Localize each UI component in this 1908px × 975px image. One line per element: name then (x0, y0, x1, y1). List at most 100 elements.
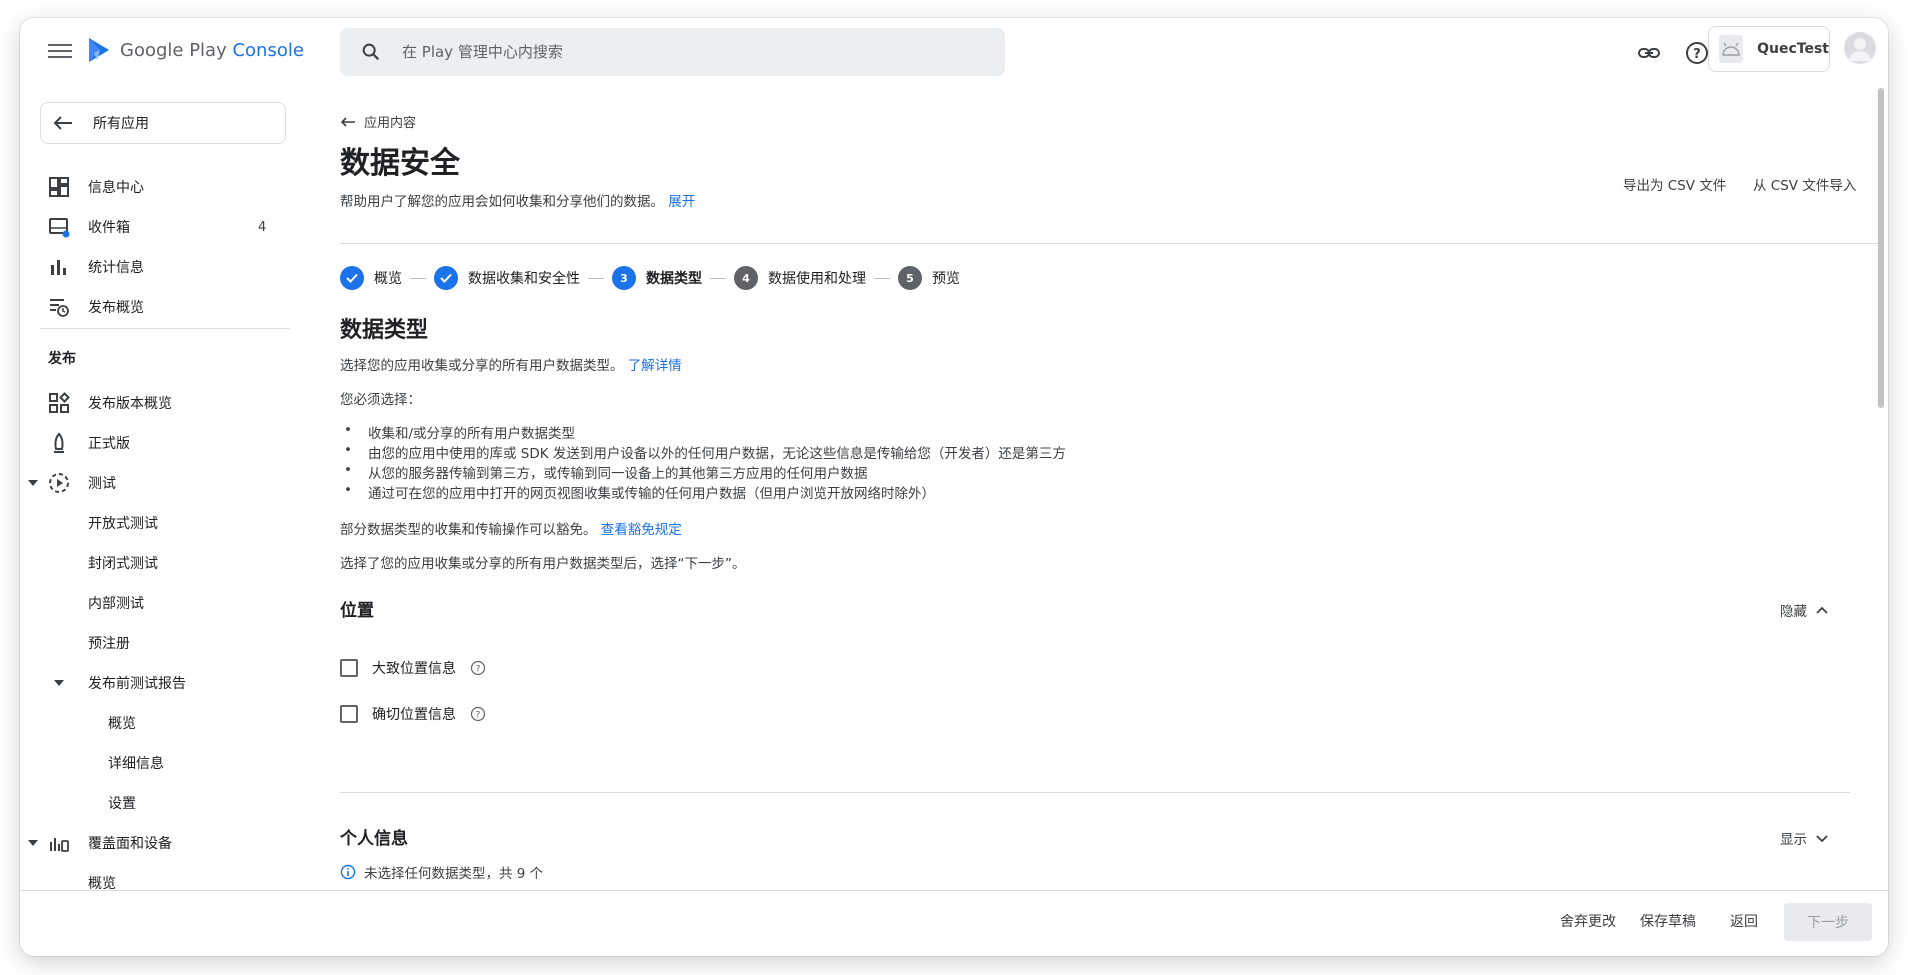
top-bar: Google Play Console ? QuecTest (20, 18, 1888, 86)
sidebar-item-reach-devices[interactable]: 覆盖面和设备 (20, 826, 310, 860)
scrollbar[interactable] (1878, 88, 1884, 408)
sidebar-nav: 所有应用 信息中心 收件箱 4 统计信息 发布概览 发布 发布版本概览 正式版 (20, 86, 310, 896)
sidebar-item-label: 正式版 (88, 436, 130, 452)
requirements-list: 收集和/或分享的所有用户数据类型 由您的应用中使用的库或 SDK 发送到用户设备… (340, 422, 1066, 502)
expand-link[interactable]: 展开 (668, 194, 695, 210)
page-subtitle-text: 帮助用户了解您的应用会如何收集和分享他们的数据。 (340, 194, 664, 210)
check-icon (340, 266, 364, 290)
step-number: 5 (898, 266, 922, 290)
sidebar-item-prelaunch-report[interactable]: 发布前测试报告 (20, 666, 310, 700)
header-divider (340, 243, 1880, 244)
sidebar-item-publish-overview[interactable]: 发布概览 (20, 290, 310, 324)
expand-caret-icon[interactable] (28, 480, 38, 486)
step-data-collection[interactable]: 数据收集和安全性 (434, 266, 580, 290)
android-icon (1719, 35, 1744, 63)
precise-location-checkbox[interactable] (340, 705, 358, 723)
bar-chart-icon (51, 260, 66, 275)
app-window: Google Play Console ? QuecTest (20, 18, 1888, 956)
reach-devices-icon (50, 838, 69, 852)
sidebar-item-label: 发布概览 (88, 300, 144, 316)
sidebar-item-release-overview[interactable]: 发布版本概览 (20, 386, 310, 420)
sidebar-item-prelaunch-overview[interactable]: 概览 (20, 706, 310, 740)
show-personal-info-toggle[interactable]: 显示 (1780, 828, 1829, 848)
sidebar-item-inbox[interactable]: 收件箱 4 (20, 210, 310, 244)
link-icon[interactable] (1636, 40, 1662, 66)
sidebar-item-internal-testing[interactable]: 内部测试 (20, 586, 310, 620)
step-connector (588, 277, 604, 279)
precise-location-row: 确切位置信息 ? (340, 704, 486, 724)
sidebar-item-closed-testing[interactable]: 封闭式测试 (20, 546, 310, 580)
section-title: 数据类型 (340, 318, 429, 343)
exemption-paragraph: 部分数据类型的收集和传输操作可以豁免。 查看豁免规定 (340, 518, 682, 538)
sidebar-item-prelaunch-details[interactable]: 详细信息 (20, 746, 310, 780)
import-csv-button[interactable]: 从 CSV 文件导入 (1753, 174, 1856, 194)
next-instruction: 选择了您的应用收集或分享的所有用户数据类型后，选择“下一步”。 (340, 556, 746, 572)
personal-info-status: 未选择任何数据类型，共 9 个 (340, 862, 543, 882)
approximate-location-checkbox[interactable] (340, 659, 358, 677)
must-select-label: 您必须选择： (340, 392, 421, 408)
learn-more-link[interactable]: 了解详情 (628, 358, 682, 374)
step-label: 数据类型 (646, 271, 702, 287)
dashboard-icon (49, 177, 69, 197)
logo-text-main: Google Play (120, 39, 227, 61)
step-connector (874, 277, 890, 279)
step-data-usage[interactable]: 4 数据使用和处理 (734, 266, 866, 290)
back-to-app-content-link[interactable]: 应用内容 (340, 112, 416, 131)
sidebar-item-preregistration[interactable]: 预注册 (20, 626, 310, 660)
hide-location-toggle[interactable]: 隐藏 (1780, 600, 1829, 620)
help-icon[interactable]: ? (470, 660, 486, 676)
step-data-types[interactable]: 3 数据类型 (612, 266, 702, 290)
play-console-logo[interactable]: Google Play Console (86, 36, 304, 64)
expand-caret-icon[interactable] (28, 840, 38, 846)
search-bar[interactable] (340, 28, 1005, 76)
sidebar-item-label: 内部测试 (88, 596, 144, 612)
sidebar-item-label: 封闭式测试 (88, 556, 158, 572)
exemption-text: 部分数据类型的收集和传输操作可以豁免。 (340, 522, 597, 538)
hamburger-menu-icon[interactable] (46, 40, 74, 64)
search-input[interactable] (402, 43, 962, 61)
release-overview-icon (49, 392, 70, 413)
sidebar-item-label: 预注册 (88, 636, 130, 652)
publish-overview-icon (50, 299, 69, 317)
sidebar-item-label: 设置 (108, 796, 136, 812)
sidebar-item-label: 测试 (88, 476, 116, 492)
sidebar-item-open-testing[interactable]: 开放式测试 (20, 506, 310, 540)
inbox-count-badge: 4 (258, 219, 267, 235)
list-item: 由您的应用中使用的库或 SDK 发送到用户设备以外的任何用户数据，无论这些信息是… (340, 442, 1066, 462)
step-overview[interactable]: 概览 (340, 266, 402, 290)
back-button[interactable]: 返回 (1730, 911, 1758, 931)
info-text: 未选择任何数据类型，共 9 个 (364, 866, 544, 882)
all-apps-button[interactable]: 所有应用 (40, 102, 286, 144)
list-item: 通过可在您的应用中打开的网页视图收集或传输的任何用户数据（但用户浏览开放网络时除… (340, 482, 1066, 502)
help-icon[interactable]: ? (470, 706, 486, 722)
step-number: 3 (612, 266, 636, 290)
sidebar-item-statistics[interactable]: 统计信息 (20, 250, 310, 284)
chevron-down-icon (1816, 835, 1828, 843)
step-label: 预览 (932, 271, 960, 287)
developer-account-chip[interactable]: QuecTest (1708, 26, 1830, 72)
expand-caret-icon[interactable] (54, 680, 64, 686)
bottom-action-bar: 舍弃更改 保存草稿 返回 下一步 (20, 890, 1888, 956)
sidebar-item-testing[interactable]: 测试 (20, 466, 310, 500)
sidebar-item-label: 发布版本概览 (88, 396, 172, 412)
arrow-back-icon (53, 116, 72, 130)
info-icon (340, 864, 356, 880)
step-label: 概览 (374, 271, 402, 287)
next-button[interactable]: 下一步 (1784, 903, 1872, 941)
user-avatar[interactable] (1844, 32, 1876, 64)
sidebar-item-dashboard[interactable]: 信息中心 (20, 170, 310, 204)
back-link-label: 应用内容 (364, 116, 417, 131)
progress-stepper: 概览 数据收集和安全性 3 数据类型 4 数据使用和处理 5 预览 (340, 264, 960, 292)
exemption-link[interactable]: 查看豁免规定 (601, 522, 682, 538)
sidebar-item-production[interactable]: 正式版 (20, 426, 310, 460)
arrow-back-icon (340, 116, 355, 127)
step-connector (410, 277, 426, 279)
step-preview[interactable]: 5 预览 (898, 266, 960, 290)
help-icon[interactable]: ? (1684, 40, 1710, 66)
save-draft-button[interactable]: 保存草稿 (1640, 911, 1696, 931)
testing-icon (49, 473, 69, 493)
export-csv-button[interactable]: 导出为 CSV 文件 (1623, 174, 1726, 194)
search-icon (362, 43, 380, 61)
sidebar-item-prelaunch-settings[interactable]: 设置 (20, 786, 310, 820)
discard-changes-button[interactable]: 舍弃更改 (1560, 911, 1616, 931)
